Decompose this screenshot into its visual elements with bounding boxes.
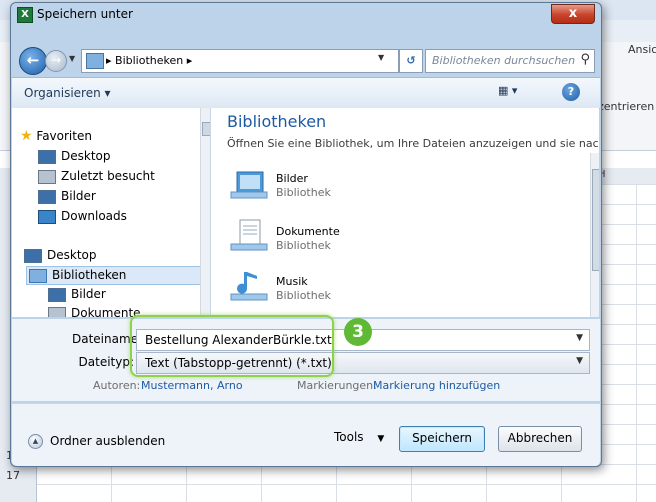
- chevron-down-icon: ▼: [377, 434, 385, 444]
- address-separator-icon[interactable]: ▸: [187, 54, 193, 67]
- dialog-toolbar: Organisieren ▾ ▦ ▾ ?: [12, 77, 600, 109]
- nav-item-label: Bibliotheken: [52, 268, 127, 282]
- star-icon: ★: [20, 128, 33, 144]
- search-icon[interactable]: ⚲: [580, 52, 590, 67]
- content-scrollbar[interactable]: [590, 153, 599, 317]
- nav-libraries-documents[interactable]: Dokumente: [48, 306, 141, 317]
- view-options-button[interactable]: ▦ ▾: [498, 84, 530, 102]
- nav-item-label: Dokumente: [71, 306, 141, 317]
- content-description: Öffnen Sie eine Bibliothek, um Ihre Date…: [227, 137, 599, 150]
- address-separator-icon[interactable]: ▸: [106, 54, 112, 67]
- dialog-title: Speichern unter: [37, 7, 133, 21]
- downloads-icon: [38, 209, 56, 224]
- music-library-icon[interactable]: [229, 268, 269, 304]
- refresh-button[interactable]: ↺: [399, 49, 423, 73]
- tools-label: Tools: [334, 430, 364, 444]
- save-button[interactable]: Speichern: [399, 426, 485, 452]
- library-type-music: Bibliothek: [276, 289, 331, 302]
- step-highlight-frame: [130, 315, 334, 377]
- navigation-pane: ★ Favoriten Desktop Zuletzt besucht Bild…: [12, 108, 211, 317]
- library-type-documents: Bibliothek: [276, 239, 331, 252]
- nav-libraries-pictures[interactable]: Bilder: [48, 287, 106, 302]
- pictures-icon: [48, 287, 66, 302]
- library-name-music[interactable]: Musik: [276, 275, 308, 288]
- search-input[interactable]: Bibliotheken durchsuchen ⚲: [425, 49, 595, 73]
- nav-downloads[interactable]: Downloads: [38, 209, 127, 224]
- excel-app-icon: X: [17, 7, 33, 23]
- filename-label: Dateiname:: [72, 332, 143, 346]
- content-scrollbar-thumb[interactable]: [592, 169, 599, 271]
- recent-locations-dropdown-icon[interactable]: ▼: [69, 54, 75, 63]
- pictures-library-icon[interactable]: [229, 166, 269, 202]
- desktop-icon: [38, 149, 56, 164]
- nav-desktop[interactable]: Desktop: [38, 149, 111, 164]
- nav-item-label: Zuletzt besucht: [61, 169, 155, 183]
- filetype-label: Dateityp:: [78, 355, 134, 369]
- tools-button[interactable]: Tools ▼: [334, 430, 384, 444]
- help-icon[interactable]: ?: [562, 83, 580, 101]
- nav-item-label: Favoriten: [36, 129, 92, 143]
- nav-favorites[interactable]: ★ Favoriten: [20, 128, 92, 144]
- address-bar[interactable]: ▸ Bibliotheken ▸ ▼: [81, 49, 399, 73]
- save-as-dialog: X Speichern unter x ← → ▼ ▸ Bibliotheken…: [10, 2, 602, 467]
- navigation-scrollbar[interactable]: [200, 108, 210, 317]
- nav-pictures[interactable]: Bilder: [38, 189, 96, 204]
- nav-item-label: Desktop: [47, 248, 97, 262]
- nav-desktop-root[interactable]: Desktop: [24, 248, 97, 263]
- documents-icon: [48, 306, 66, 317]
- authors-label: Autoren:: [93, 379, 141, 392]
- libraries-folder-icon: [86, 53, 104, 69]
- filetype-dropdown-icon[interactable]: ▼: [576, 356, 583, 366]
- dialog-footer: ▲ Ordner ausblenden Tools ▼ Speichern Ab…: [12, 403, 600, 466]
- cancel-button[interactable]: Abbrechen: [498, 426, 582, 452]
- nav-item-label: Bilder: [71, 287, 106, 301]
- content-title: Bibliotheken: [227, 112, 327, 131]
- forward-button[interactable]: →: [45, 50, 67, 72]
- close-button[interactable]: x: [551, 4, 595, 24]
- library-name-documents[interactable]: Dokumente: [276, 225, 340, 238]
- search-placeholder: Bibliotheken durchsuchen: [432, 54, 576, 67]
- authors-value[interactable]: Mustermann, Arno: [141, 379, 243, 392]
- hide-folders-button[interactable]: Ordner ausblenden: [50, 434, 165, 448]
- tags-label: Markierungen:: [297, 379, 377, 392]
- organize-button[interactable]: Organisieren ▾: [24, 86, 111, 100]
- dialog-titlebar[interactable]: X Speichern unter x: [11, 3, 601, 25]
- row-header-17[interactable]: 17: [6, 469, 20, 482]
- address-row: ← → ▼ ▸ Bibliotheken ▸ ▼ ↺ Bibliotheken …: [17, 47, 595, 75]
- pictures-icon: [38, 189, 56, 204]
- filename-dropdown-icon[interactable]: ▼: [576, 333, 583, 343]
- nav-libraries[interactable]: Bibliotheken: [26, 266, 204, 285]
- nav-item-label: Desktop: [61, 149, 111, 163]
- nav-recent-places[interactable]: Zuletzt besucht: [38, 169, 155, 184]
- ribbon-center-command[interactable]: zentrieren: [598, 100, 654, 113]
- add-tag-link[interactable]: Markierung hinzufügen: [373, 379, 500, 392]
- libraries-icon: [29, 268, 47, 283]
- library-name-pictures[interactable]: Bilder: [276, 172, 308, 185]
- navigation-scrollbar-thumb[interactable]: [202, 122, 210, 136]
- step-number-badge: 3: [344, 318, 372, 346]
- desktop-icon: [24, 248, 42, 263]
- ribbon-tab-view[interactable]: Ansic: [628, 43, 656, 56]
- chevron-up-icon[interactable]: ▲: [28, 434, 43, 449]
- recent-places-icon: [38, 169, 56, 184]
- address-path[interactable]: ▸ Bibliotheken ▸: [106, 54, 192, 67]
- address-segment-libraries[interactable]: Bibliotheken: [115, 54, 183, 67]
- nav-item-label: Downloads: [61, 209, 127, 223]
- library-type-pictures: Bibliothek: [276, 186, 331, 199]
- nav-item-label: Bilder: [61, 189, 96, 203]
- address-dropdown-icon[interactable]: ▼: [378, 53, 384, 62]
- documents-library-icon[interactable]: [229, 218, 269, 254]
- libraries-view: Bibliotheken Öffnen Sie eine Bibliothek,…: [211, 108, 599, 317]
- back-button[interactable]: ←: [19, 47, 47, 75]
